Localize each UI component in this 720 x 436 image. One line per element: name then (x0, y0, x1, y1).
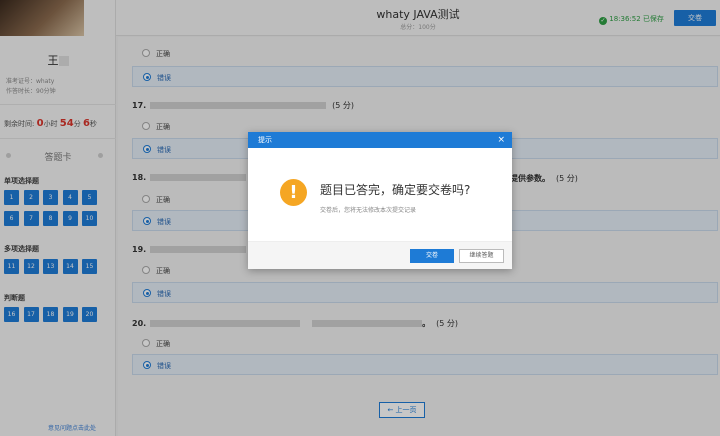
dialog-header: 提示 × (248, 132, 512, 148)
dialog-subtext: 交卷后，您将无法修改本次提交记录 (320, 207, 417, 214)
continue-answering-button[interactable]: 继续答题 (459, 249, 504, 263)
confirm-submit-button[interactable]: 交卷 (410, 249, 454, 263)
close-icon[interactable]: × (497, 132, 505, 148)
confirm-dialog: 提示 × ! 题目已答完，确定要交卷吗? 交卷后，您将无法修改本次提交记录 交卷… (248, 132, 512, 269)
warning-icon: ! (280, 179, 307, 206)
dialog-message: 题目已答完，确定要交卷吗? (320, 183, 471, 197)
dialog-footer: 交卷 继续答题 (248, 241, 512, 269)
